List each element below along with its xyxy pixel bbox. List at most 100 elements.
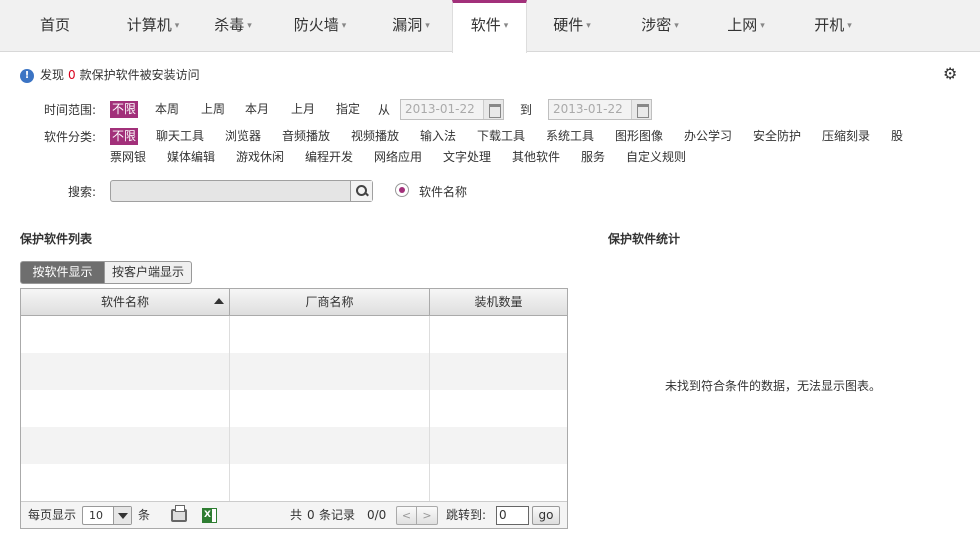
search-input[interactable]: [110, 180, 373, 202]
category-games[interactable]: 游戏休闲: [234, 149, 286, 166]
tab-label: 计算机: [126, 16, 172, 34]
category-media-edit[interactable]: 媒体编辑: [165, 149, 217, 166]
tab-boot[interactable]: 开机 ▾: [789, 0, 877, 52]
category-graphics[interactable]: 图形图像: [613, 128, 665, 145]
category-audio[interactable]: 音频播放: [280, 128, 332, 145]
radio-software-name[interactable]: [395, 183, 409, 197]
per-page-select[interactable]: 10: [82, 506, 132, 525]
column-header-install-count[interactable]: 装机数量: [430, 289, 567, 315]
tab-classified[interactable]: 涉密 ▾: [617, 0, 703, 52]
per-page-value: 10: [89, 509, 103, 522]
tab-firewall[interactable]: 防火墙 ▾: [270, 0, 370, 52]
column-label: 厂商名称: [305, 295, 354, 309]
print-icon[interactable]: [171, 505, 187, 522]
total-prefix: 共: [290, 508, 303, 522]
column-header-software-name[interactable]: 软件名称: [21, 289, 230, 315]
tab-label: 防火墙: [293, 16, 339, 34]
page-nav: < >: [396, 506, 438, 525]
category-custom-rule[interactable]: 自定义规则: [624, 149, 688, 166]
search-label: 搜索:: [68, 185, 97, 199]
tab-label: 漏洞: [392, 16, 423, 34]
tab-label: 开机: [814, 16, 845, 34]
time-option-all[interactable]: 不限: [110, 101, 139, 118]
table-row: [21, 464, 567, 501]
tab-vulnerability[interactable]: 漏洞 ▾: [370, 0, 452, 52]
view-by-client-button[interactable]: 按客户端显示: [105, 261, 192, 284]
category-video[interactable]: 视频播放: [349, 128, 401, 145]
alert-message: ! 发现 0 款保护软件被安装访问: [20, 66, 200, 84]
tab-label: 硬件: [553, 16, 584, 34]
prev-page-button[interactable]: <: [397, 507, 417, 524]
tab-home[interactable]: 首页: [0, 0, 110, 52]
column-label: 软件名称: [100, 295, 149, 309]
category-chat[interactable]: 聊天工具: [154, 128, 206, 145]
radio-label: 软件名称: [419, 185, 468, 199]
category-network[interactable]: 网络应用: [372, 149, 424, 166]
per-page-label: 每页显示: [28, 508, 77, 522]
column-header-vendor[interactable]: 厂商名称: [230, 289, 430, 315]
time-option-this-week[interactable]: 本周: [153, 101, 181, 118]
chevron-down-icon: ▾: [847, 21, 852, 31]
category-all[interactable]: 不限: [110, 128, 139, 145]
calendar-icon[interactable]: [483, 100, 503, 119]
tab-antivirus[interactable]: 杀毒 ▾: [196, 0, 270, 52]
category-browser[interactable]: 浏览器: [223, 128, 263, 145]
time-option-last-month[interactable]: 上月: [289, 101, 317, 118]
chevron-down-icon: ▾: [760, 21, 765, 31]
date-from-field[interactable]: 2013-01-22: [400, 99, 504, 120]
info-icon: !: [20, 68, 34, 83]
top-nav: 首页 计算机 ▾ 杀毒 ▾ 防火墙 ▾ 漏洞 ▾ 软件 ▾ 硬件 ▾ 涉密 ▾ 上网 ▾ 开机 ▾: [0, 0, 980, 53]
list-title: 保护软件列表: [20, 232, 93, 246]
time-range-label: 时间范围:: [44, 103, 97, 117]
stats-empty-message: 未找到符合条件的数据，无法显示图表。: [665, 379, 882, 393]
tab-computer[interactable]: 计算机 ▾: [110, 0, 196, 52]
category-download[interactable]: 下载工具: [475, 128, 527, 145]
tab-label: 杀毒: [214, 16, 245, 34]
tab-label: 涉密: [641, 16, 672, 34]
date-to-field[interactable]: 2013-01-22: [548, 99, 652, 120]
chevron-down-icon: ▾: [674, 21, 679, 31]
total-suffix: 条记录: [319, 508, 356, 522]
table-row: [21, 316, 567, 353]
alert-prefix: 发现: [40, 68, 65, 82]
go-button[interactable]: go: [532, 506, 560, 525]
table-row: [21, 427, 567, 464]
table-header: 软件名称 厂商名称 装机数量: [21, 289, 567, 316]
category-stock-part2[interactable]: 票网银: [108, 149, 148, 166]
view-by-software-button[interactable]: 按软件显示: [20, 261, 105, 284]
category-programming[interactable]: 编程开发: [303, 149, 355, 166]
column-divider: [429, 316, 430, 501]
next-page-button[interactable]: >: [417, 507, 437, 524]
gear-icon[interactable]: ⚙: [943, 66, 959, 82]
category-text[interactable]: 文字处理: [441, 149, 493, 166]
page-info: 0/0: [367, 508, 387, 522]
tab-internet[interactable]: 上网 ▾: [703, 0, 789, 52]
chevron-down-icon: ▾: [341, 21, 347, 31]
category-other[interactable]: 其他软件: [510, 149, 562, 166]
category-input-method[interactable]: 输入法: [418, 128, 458, 145]
date-to-value: 2013-01-22: [553, 102, 623, 116]
category-service[interactable]: 服务: [579, 149, 607, 166]
jump-page-input[interactable]: 0: [496, 506, 529, 525]
chevron-down-icon: [113, 507, 131, 524]
pager: 每页显示 10 条 共 0 条记录 0/0 < > 跳转到: 0 go: [21, 501, 567, 528]
category-stock-part1[interactable]: 股: [889, 128, 905, 145]
tab-software[interactable]: 软件 ▾: [452, 0, 527, 53]
search-icon[interactable]: [350, 181, 372, 201]
jump-label: 跳转到:: [446, 508, 487, 522]
calendar-icon[interactable]: [631, 100, 651, 119]
category-office[interactable]: 办公学习: [682, 128, 734, 145]
alert-suffix: 款保护软件被安装访问: [79, 68, 200, 82]
category-compression[interactable]: 压缩刻录: [820, 128, 872, 145]
time-option-last-week[interactable]: 上周: [199, 101, 227, 118]
time-option-this-month[interactable]: 本月: [243, 101, 271, 118]
tab-hardware[interactable]: 硬件 ▾: [527, 0, 617, 52]
chevron-down-icon: ▾: [247, 21, 252, 31]
chevron-down-icon: ▾: [425, 21, 430, 31]
per-page-unit: 条: [138, 508, 151, 522]
category-system[interactable]: 系统工具: [544, 128, 596, 145]
category-security[interactable]: 安全防护: [751, 128, 803, 145]
total-count: 0: [307, 508, 315, 522]
excel-export-icon[interactable]: [202, 508, 217, 523]
time-option-custom[interactable]: 指定: [334, 101, 362, 118]
